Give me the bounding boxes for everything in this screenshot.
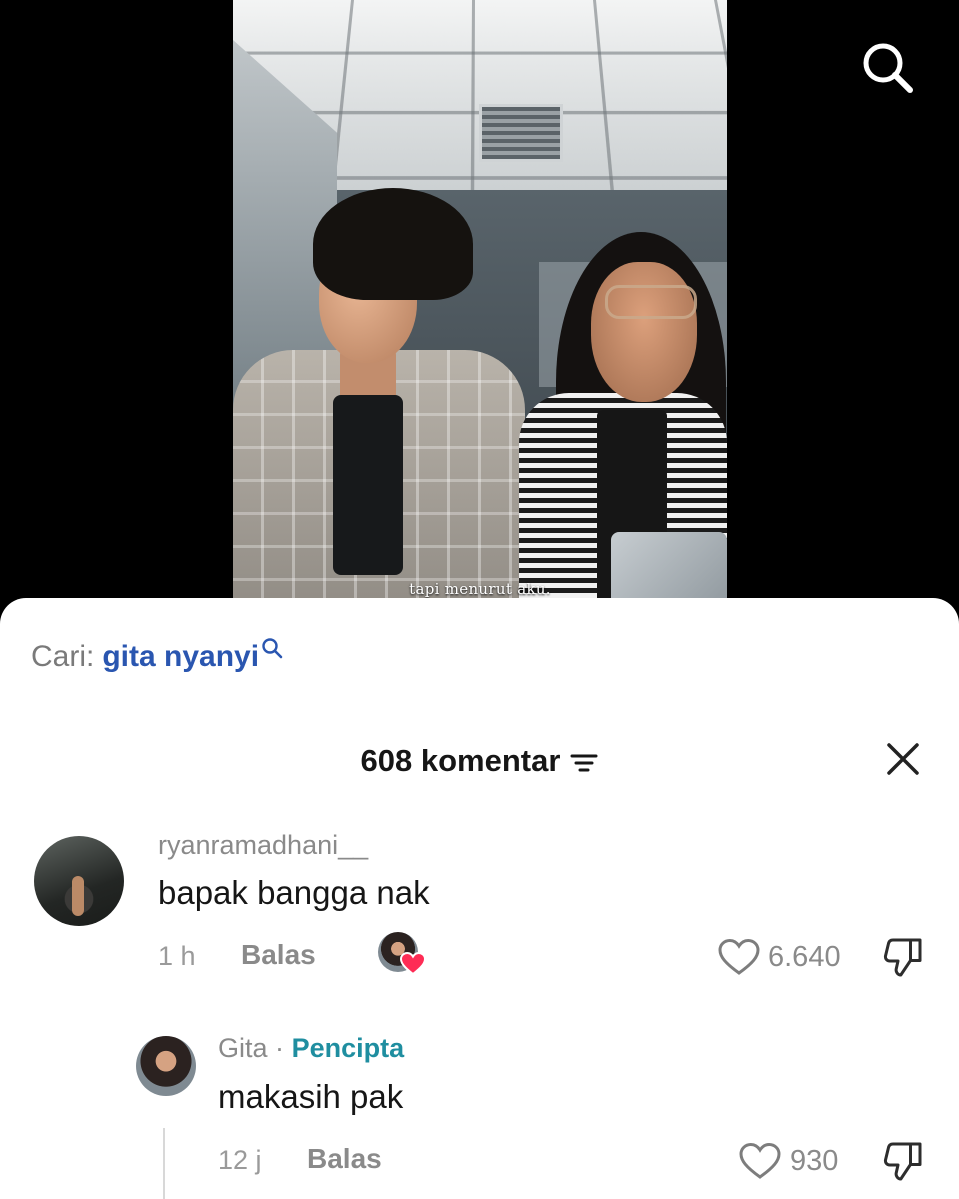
search-suggestion-prefix: Cari: <box>31 640 95 673</box>
like-count: 930 <box>790 1145 839 1177</box>
close-comments-button[interactable] <box>884 740 922 778</box>
avatar[interactable] <box>34 836 124 926</box>
reply-thread-line <box>163 1128 165 1199</box>
video-frame[interactable]: tapi menurut aku. <box>233 0 727 620</box>
heart-icon[interactable] <box>717 937 761 977</box>
comment-time: 1 h <box>158 941 196 971</box>
dislike-icon[interactable] <box>882 1140 924 1184</box>
close-icon <box>887 743 919 775</box>
video-vent <box>479 104 563 162</box>
person-right-glasses <box>605 285 697 319</box>
liked-by-creator-indicator <box>378 932 426 978</box>
reply-username[interactable]: Gita <box>218 1033 268 1063</box>
search-suggestion-query[interactable]: gita nyanyi <box>102 640 259 674</box>
reply-button[interactable]: Balas <box>307 1143 382 1175</box>
comment-username[interactable]: ryanramadhani__ <box>158 830 368 861</box>
search-suggestion[interactable]: Cari: gita nyanyi <box>31 638 283 674</box>
search-icon <box>863 43 913 93</box>
person-left-hair <box>313 188 473 300</box>
comments-header: 608 komentar <box>0 736 959 786</box>
reply-separator: · <box>275 1033 285 1063</box>
reply-time: 12 j <box>218 1145 262 1175</box>
comment-text: bapak bangga nak <box>158 874 430 911</box>
like-count: 6.640 <box>768 941 841 973</box>
reply-author-line: Gita · Pencipta <box>218 1033 404 1064</box>
comments-sheet: Cari: gita nyanyi 608 komentar <box>0 598 959 1199</box>
heart-filled-icon <box>400 952 426 976</box>
search-button[interactable] <box>858 38 916 96</box>
heart-icon[interactable] <box>738 1141 782 1181</box>
avatar[interactable] <box>136 1036 196 1096</box>
person-left-shirt <box>333 395 403 575</box>
sort-icon[interactable] <box>570 751 598 775</box>
dislike-icon[interactable] <box>882 936 924 980</box>
comments-count-title: 608 komentar <box>360 743 561 778</box>
search-icon <box>262 638 283 659</box>
reply-button[interactable]: Balas <box>241 939 316 971</box>
video-caption: tapi menurut aku. <box>409 580 551 598</box>
reply-text: makasih pak <box>218 1078 404 1115</box>
video-player[interactable]: tapi menurut aku. <box>0 0 959 620</box>
person-right-face <box>591 262 697 402</box>
creator-badge: Pencipta <box>291 1033 405 1063</box>
